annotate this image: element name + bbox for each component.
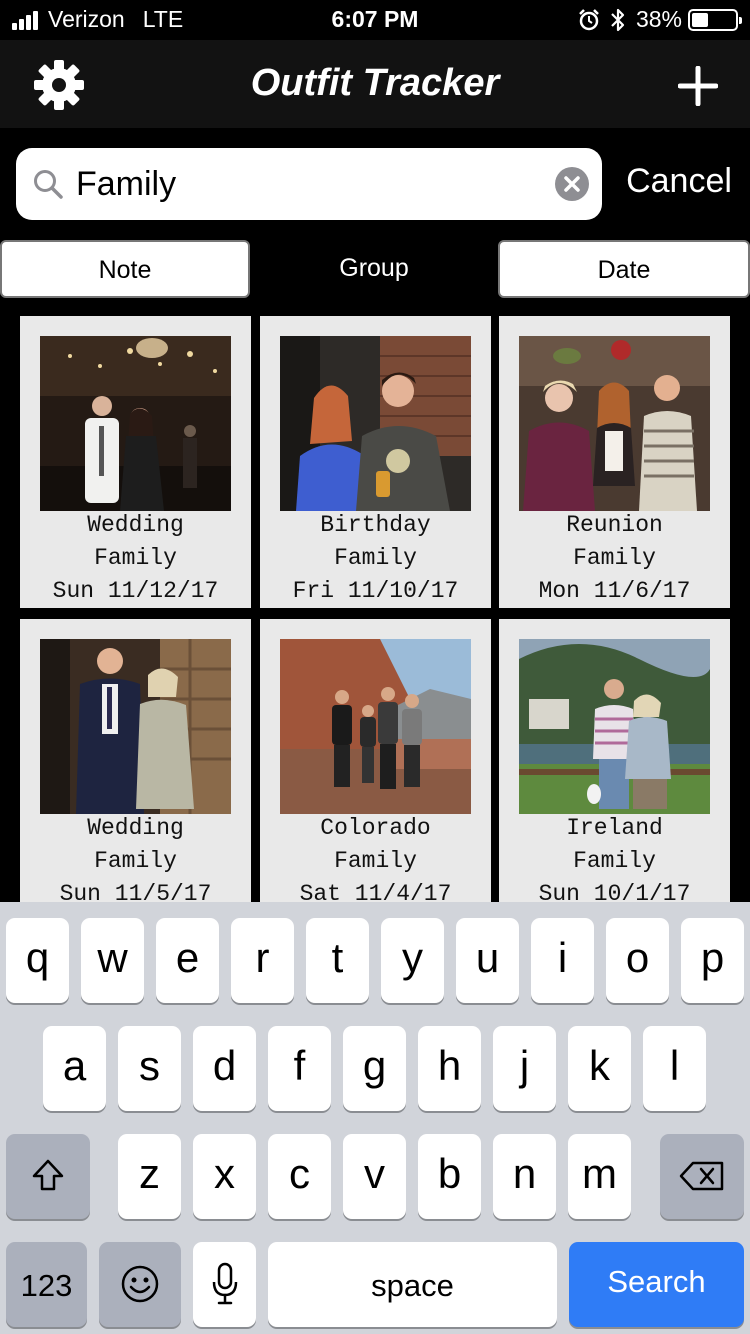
- outfit-date: Sat 11/4/17: [299, 881, 452, 902]
- tab-date[interactable]: Date: [498, 240, 750, 298]
- battery-fill: [692, 12, 708, 27]
- outfit-group: Family: [573, 848, 656, 874]
- key-p[interactable]: p: [681, 918, 744, 1003]
- key-w[interactable]: w: [81, 918, 144, 1003]
- outfit-photo: [40, 336, 231, 511]
- keyboard: q w e r t y u i o p a s d f g h j k l z …: [0, 902, 750, 1334]
- page-title: Outfit Tracker: [250, 62, 500, 104]
- microphone-key[interactable]: [193, 1242, 256, 1327]
- nav-bar: Outfit Tracker: [0, 40, 750, 128]
- outfit-date: Sun 10/1/17: [538, 881, 691, 902]
- key-t[interactable]: t: [306, 918, 369, 1003]
- key-j[interactable]: j: [493, 1026, 556, 1111]
- outfit-group: Family: [573, 545, 656, 571]
- backspace-key[interactable]: [660, 1134, 744, 1219]
- search-key[interactable]: Search: [569, 1242, 744, 1327]
- outfit-grid: Wedding Family Sun 11/12/17 Birthday Fam…: [0, 298, 750, 902]
- search-field[interactable]: [16, 148, 602, 220]
- outfit-group: Family: [94, 848, 177, 874]
- emoji-icon: [121, 1265, 159, 1303]
- battery-icon: [688, 8, 742, 31]
- outfit-photo: [519, 336, 710, 511]
- outfit-photo: [519, 639, 710, 814]
- outfit-group: Family: [334, 545, 417, 571]
- outfit-event: Wedding: [87, 512, 184, 538]
- outfit-photo: [280, 336, 471, 511]
- outfit-group: Family: [94, 545, 177, 571]
- outfit-card[interactable]: Birthday Family Fri 11/10/17: [260, 316, 491, 608]
- filter-segmented-control: Note Group Date: [0, 240, 750, 298]
- bluetooth-icon: [611, 8, 625, 31]
- key-e[interactable]: e: [156, 918, 219, 1003]
- outfit-card[interactable]: Ireland Family Sun 10/1/17: [499, 619, 730, 902]
- emoji-key[interactable]: [99, 1242, 181, 1327]
- shift-icon: [32, 1159, 64, 1191]
- outfit-event: Ireland: [566, 815, 663, 841]
- outfit-group: Family: [334, 848, 417, 874]
- key-k[interactable]: k: [568, 1026, 631, 1111]
- outfit-date: Fri 11/10/17: [292, 578, 459, 604]
- key-r[interactable]: r: [231, 918, 294, 1003]
- key-c[interactable]: c: [268, 1134, 331, 1219]
- search-icon: [34, 170, 63, 199]
- key-v[interactable]: v: [343, 1134, 406, 1219]
- status-right: 38%: [578, 6, 742, 33]
- outfit-card[interactable]: Reunion Family Mon 11/6/17: [499, 316, 730, 608]
- microphone-icon: [212, 1262, 238, 1305]
- backspace-icon: [679, 1161, 724, 1191]
- key-a[interactable]: a: [43, 1026, 106, 1111]
- outfit-date: Mon 11/6/17: [538, 578, 691, 604]
- clear-search-button[interactable]: [555, 167, 589, 201]
- numbers-key[interactable]: 123: [6, 1242, 87, 1327]
- key-b[interactable]: b: [418, 1134, 481, 1219]
- outfit-event: Birthday: [320, 512, 431, 538]
- outfit-photo: [280, 639, 471, 814]
- alarm-icon: [579, 8, 599, 30]
- key-g[interactable]: g: [343, 1026, 406, 1111]
- key-y[interactable]: y: [381, 918, 444, 1003]
- outfit-card[interactable]: Colorado Family Sat 11/4/17: [260, 619, 491, 902]
- outfit-photo: [40, 639, 231, 814]
- tab-note[interactable]: Note: [0, 240, 250, 298]
- key-x[interactable]: x: [193, 1134, 256, 1219]
- outfit-date: Sun 11/12/17: [52, 578, 219, 604]
- key-f[interactable]: f: [268, 1026, 331, 1111]
- key-l[interactable]: l: [643, 1026, 706, 1111]
- status-bar: Verizon LTE 6:07 PM 38%: [0, 0, 750, 40]
- tab-group[interactable]: Group: [250, 240, 498, 298]
- key-s[interactable]: s: [118, 1026, 181, 1111]
- key-o[interactable]: o: [606, 918, 669, 1003]
- search-bar: Cancel: [0, 128, 750, 240]
- cancel-button[interactable]: Cancel: [616, 162, 742, 201]
- key-n[interactable]: n: [493, 1134, 556, 1219]
- outfit-date: Sun 11/5/17: [59, 881, 212, 902]
- outfit-event: Wedding: [87, 815, 184, 841]
- outfit-card[interactable]: Wedding Family Sun 11/12/17: [20, 316, 251, 608]
- outfit-card[interactable]: Wedding Family Sun 11/5/17: [20, 619, 251, 902]
- key-d[interactable]: d: [193, 1026, 256, 1111]
- outfit-event: Colorado: [320, 815, 431, 841]
- numbers-key-label: 123: [20, 1268, 73, 1303]
- key-q[interactable]: q: [6, 918, 69, 1003]
- search-key-label: Search: [607, 1264, 706, 1299]
- key-u[interactable]: u: [456, 918, 519, 1003]
- key-i[interactable]: i: [531, 918, 594, 1003]
- space-key-label: space: [371, 1268, 454, 1303]
- outfit-event: Reunion: [566, 512, 663, 538]
- plus-icon[interactable]: [678, 66, 718, 106]
- close-icon: [564, 176, 580, 192]
- space-key[interactable]: space: [268, 1242, 557, 1327]
- key-z[interactable]: z: [118, 1134, 181, 1219]
- search-input[interactable]: [76, 160, 536, 208]
- battery-percent: 38%: [635, 6, 682, 32]
- key-h[interactable]: h: [418, 1026, 481, 1111]
- shift-key[interactable]: [6, 1134, 90, 1219]
- key-m[interactable]: m: [568, 1134, 631, 1219]
